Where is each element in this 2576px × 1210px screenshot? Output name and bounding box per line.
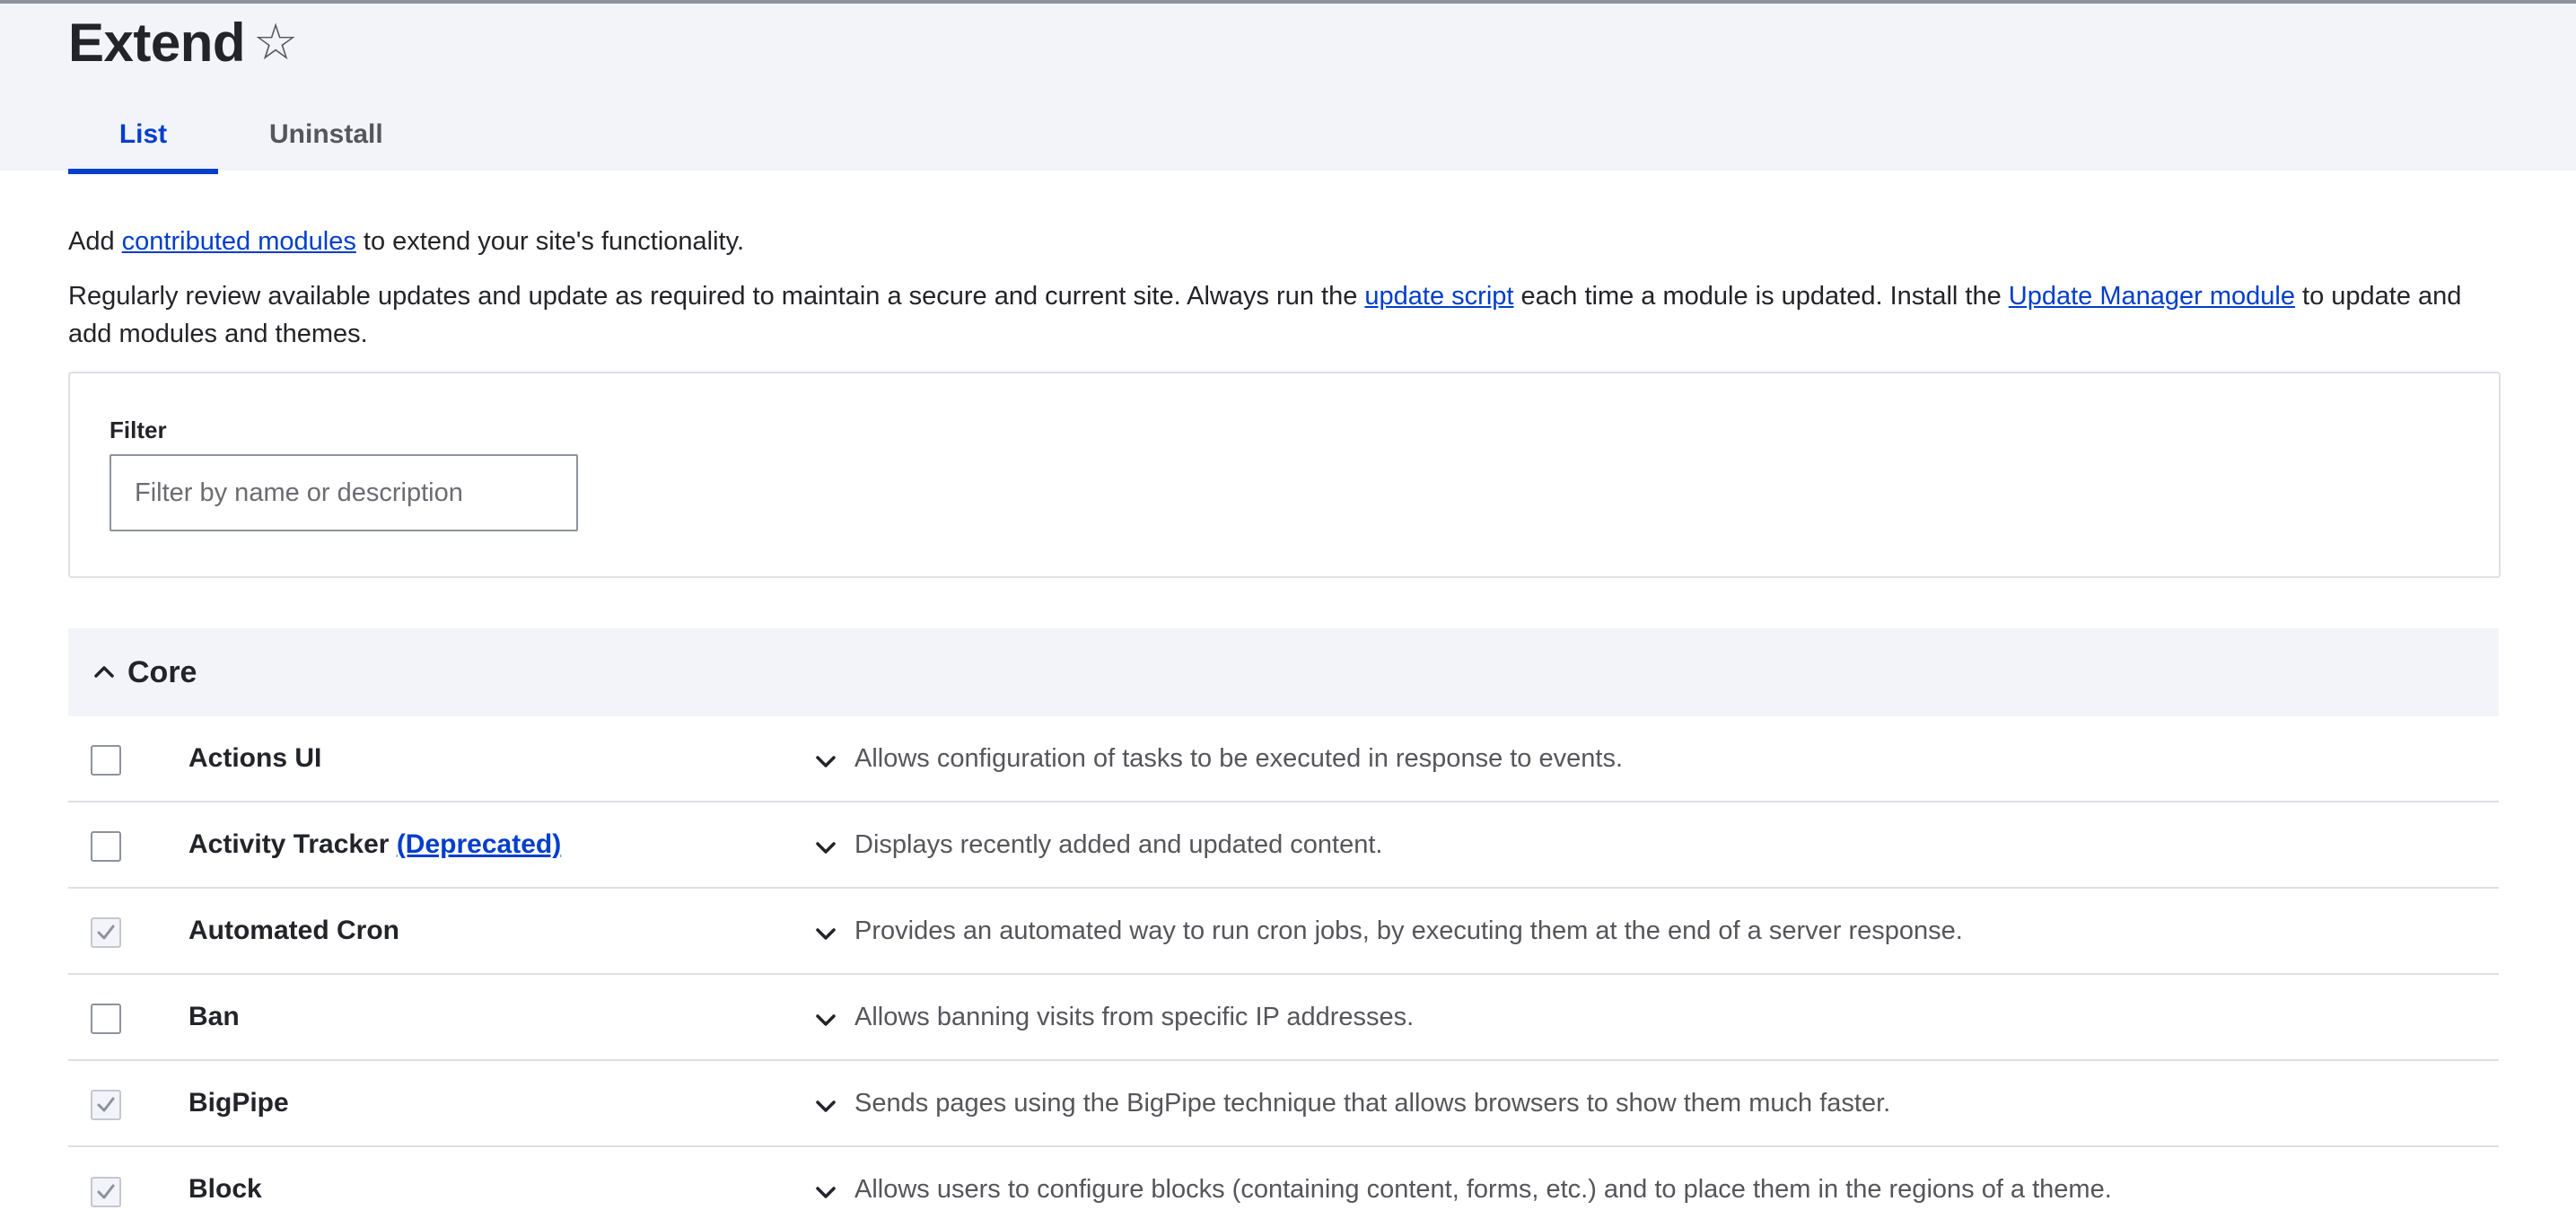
module-name-container: Activity Tracker (Deprecated) [188,826,561,864]
module-checkbox[interactable] [91,745,121,776]
intro-text: Add [68,227,122,256]
module-description: Displays recently added and updated cont… [854,830,1383,859]
module-description: Provides an automated way to run cron jo… [854,916,1963,945]
checkmark-icon [97,1097,115,1112]
module-row: BigPipe Sends pages using the BigPipe te… [68,1061,2499,1147]
module-name: Actions UI [188,743,322,773]
chevron-down-icon [816,1187,836,1198]
contributed-modules-link[interactable]: contributed modules [122,227,356,256]
module-row: Automated Cron Provides an automated way… [68,889,2499,975]
module-checkbox[interactable] [91,1177,121,1207]
filter-label: Filter [110,416,167,443]
module-name: BigPipe [188,1088,289,1118]
module-description: Allows configuration of tasks to be exec… [854,744,1623,773]
module-checkbox[interactable] [91,1004,121,1034]
chevron-down-icon [816,928,836,940]
module-name: Activity Tracker [188,829,390,859]
tab-list[interactable]: List [68,108,218,174]
module-name: Automated Cron [188,916,399,945]
chevron-down-icon [816,756,836,767]
module-name: Ban [188,1002,240,1031]
module-row: Activity Tracker (Deprecated) Displays r… [68,802,2499,889]
chevron-down-icon [816,1014,836,1026]
module-checkbox[interactable] [91,831,121,862]
module-description: Allows users to configure blocks (contai… [854,1175,2112,1204]
chevron-up-icon [94,666,114,678]
checkmark-icon [97,925,115,940]
chevron-down-icon [816,1100,836,1112]
core-group-title: Core [127,655,197,689]
star-outline-icon[interactable]: ☆ [253,13,303,74]
core-group-summary[interactable]: Core [68,628,2499,716]
module-name: Block [188,1174,262,1204]
filter-input[interactable] [110,454,578,531]
intro-paragraph-contributed: Add contributed modules to extend your s… [68,223,744,260]
chevron-down-icon [816,842,836,854]
intro-text: to extend your site's functionality. [355,227,744,256]
module-row: Actions UI Allows configuration of tasks… [68,716,2499,802]
checkmark-icon [97,1184,115,1199]
module-checkbox[interactable] [91,917,121,948]
page-header: Extend ☆ List Uninstall [0,4,2576,174]
update-script-link[interactable]: update script [1364,282,1513,311]
intro-text: each time a module is updated. Install t… [1513,282,2009,311]
intro-paragraph-updates: Regularly review available updates and u… [68,277,2510,353]
module-checkbox[interactable] [91,1090,121,1120]
page-title: Extend [68,13,246,73]
module-description: Sends pages using the BigPipe technique … [854,1089,1891,1118]
intro-text: Regularly review available updates and u… [68,282,1365,311]
filter-panel: Filter [68,372,2501,578]
module-row: Ban Allows banning visits from specific … [68,975,2499,1061]
deprecated-link[interactable]: (Deprecated) [397,829,561,859]
module-description: Allows banning visits from specific IP a… [854,1003,1415,1031]
update-manager-module-link[interactable]: Update Manager module [2009,282,2295,311]
module-row: Block Allows users to configure blocks (… [68,1147,2499,1207]
tab-uninstall[interactable]: Uninstall [253,108,397,171]
